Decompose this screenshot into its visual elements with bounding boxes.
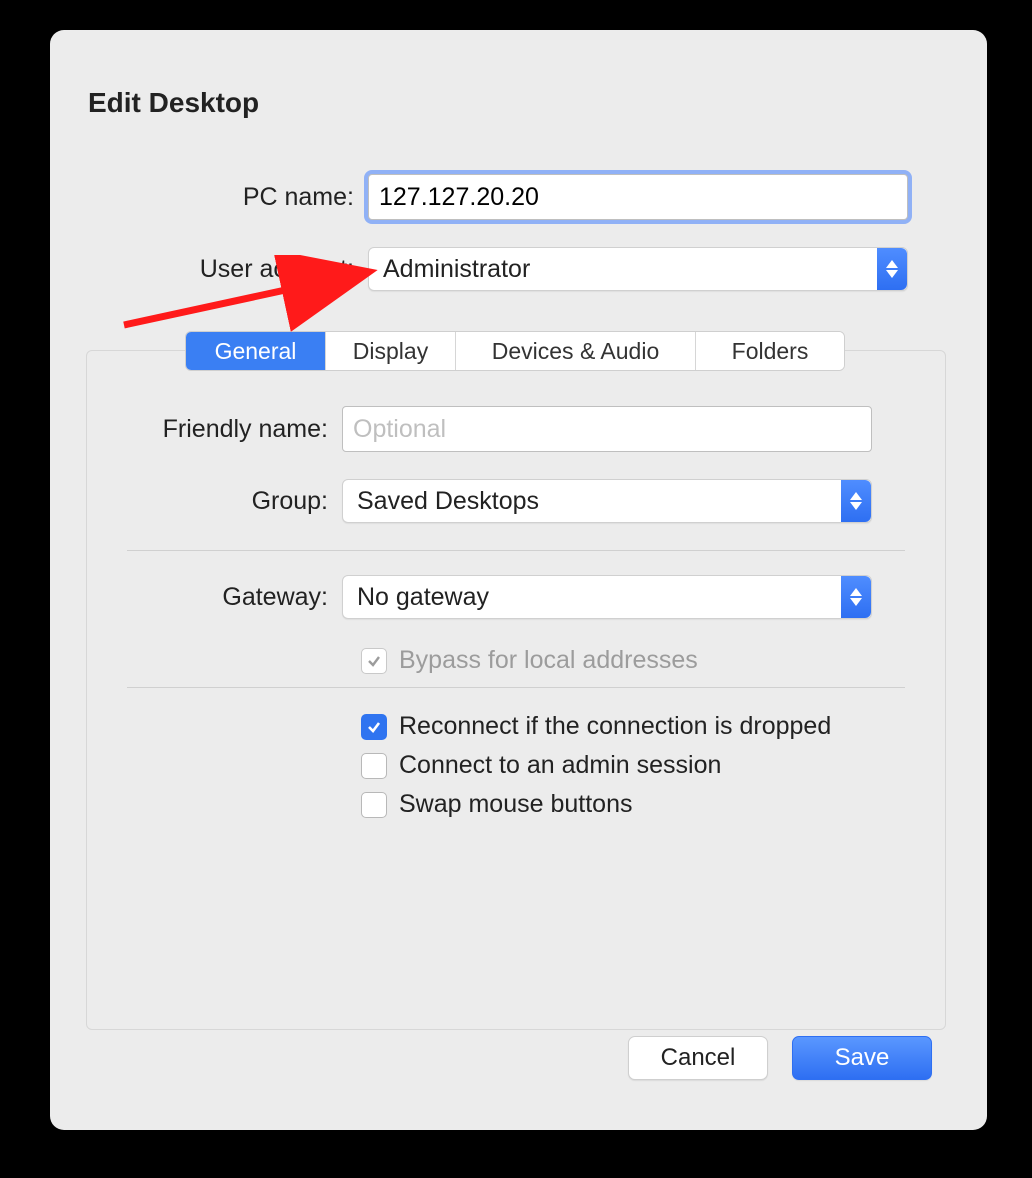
gateway-row: Gateway: No gateway [127,575,905,619]
friendly-name-input[interactable] [342,406,872,452]
group-select[interactable]: Saved Desktops [342,479,872,523]
tab-folders[interactable]: Folders [696,332,844,370]
tab-display[interactable]: Display [326,332,456,370]
reconnect-checkbox-row[interactable]: Reconnect if the connection is dropped [361,712,905,741]
user-account-label: User account: [88,255,368,284]
dialog-title: Edit Desktop [88,87,942,119]
divider [127,687,905,688]
friendly-name-label: Friendly name: [127,415,342,444]
dialog-footer: Cancel Save [628,1036,932,1080]
gateway-select[interactable]: No gateway [342,575,872,619]
swap-checkbox[interactable] [361,792,387,818]
bypass-checkbox-row: Bypass for local addresses [361,646,905,675]
divider [127,550,905,551]
pc-name-row: PC name: [88,174,942,220]
general-panel: Friendly name: Group: Saved Desktops Gat… [86,350,946,1030]
edit-desktop-dialog: Edit Desktop PC name: User account: Admi… [50,30,987,1130]
pc-name-label: PC name: [88,183,368,212]
reconnect-checkbox[interactable] [361,714,387,740]
group-value: Saved Desktops [357,487,539,516]
group-row: Group: Saved Desktops [127,479,905,523]
swap-label: Swap mouse buttons [399,790,632,819]
gateway-label: Gateway: [127,583,342,612]
tab-devices-audio[interactable]: Devices & Audio [456,332,696,370]
admin-checkbox-row[interactable]: Connect to an admin session [361,751,905,780]
user-account-row: User account: Administrator [88,247,942,291]
reconnect-label: Reconnect if the connection is dropped [399,712,831,741]
gateway-value: No gateway [357,583,489,612]
tab-general[interactable]: General [186,332,326,370]
cancel-button[interactable]: Cancel [628,1036,768,1080]
settings-tabs: General Display Devices & Audio Folders [185,331,845,371]
updown-icon [841,576,871,618]
bypass-label: Bypass for local addresses [399,646,698,675]
user-account-select[interactable]: Administrator [368,247,908,291]
friendly-name-row: Friendly name: [127,406,905,452]
save-button[interactable]: Save [792,1036,932,1080]
group-label: Group: [127,487,342,516]
admin-checkbox[interactable] [361,753,387,779]
admin-label: Connect to an admin session [399,751,721,780]
pc-name-input[interactable] [368,174,908,220]
swap-checkbox-row[interactable]: Swap mouse buttons [361,790,905,819]
updown-icon [877,248,907,290]
updown-icon [841,480,871,522]
user-account-value: Administrator [383,255,530,284]
bypass-checkbox [361,648,387,674]
